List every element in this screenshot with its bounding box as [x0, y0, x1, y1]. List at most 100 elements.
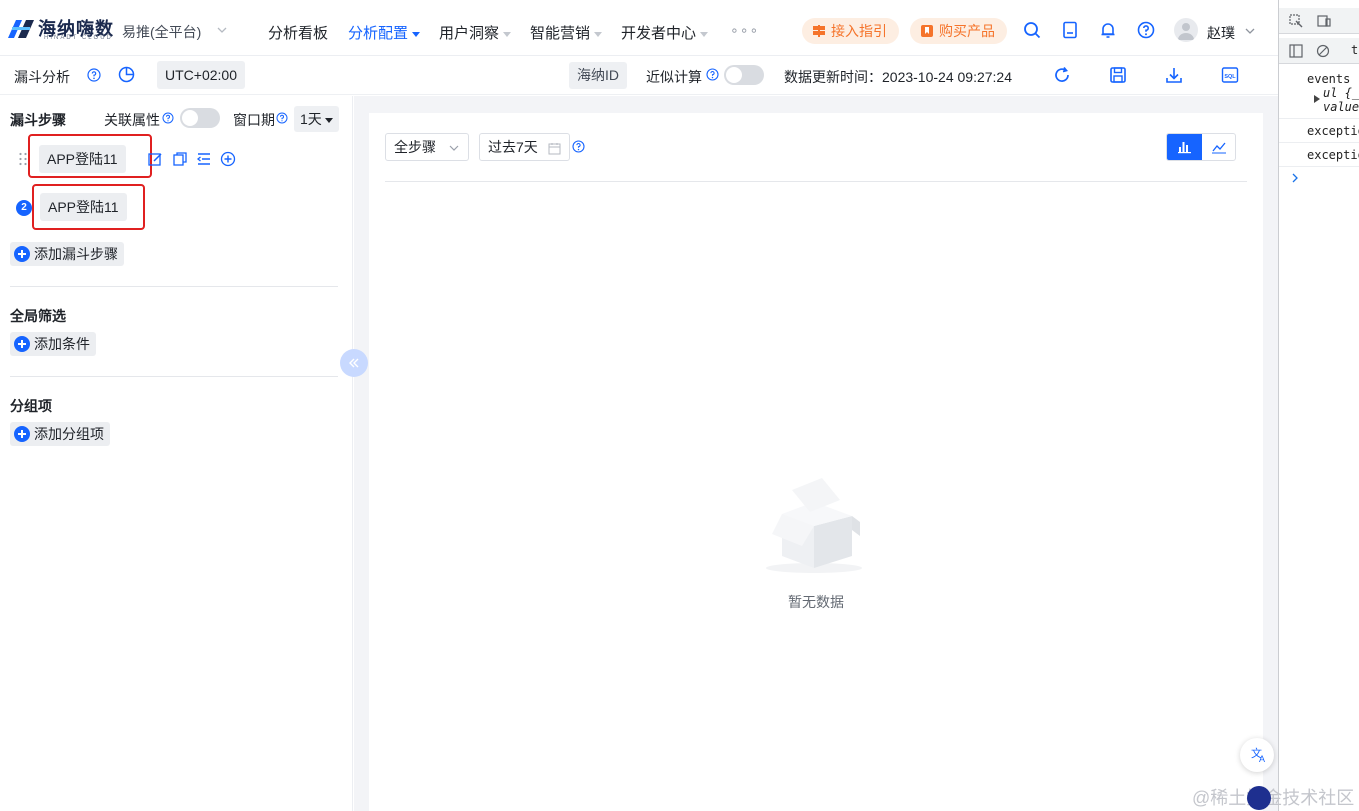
chevron-down-icon [449, 145, 459, 152]
collapse-panel-button[interactable] [340, 349, 368, 377]
bar-chart-icon [1178, 142, 1191, 154]
section-divider [10, 286, 338, 287]
clear-console-icon[interactable] [1316, 44, 1330, 58]
chevron-down-icon[interactable] [216, 24, 228, 36]
save-icon[interactable] [1108, 65, 1128, 85]
caret-down-icon [594, 31, 603, 37]
add-group-label: 添加分组项 [34, 426, 104, 442]
result-card [369, 113, 1263, 811]
nav-item-user-insight[interactable]: 用户洞察 [439, 22, 512, 43]
logo-subtitle: HINADT CLOUD [44, 35, 113, 41]
logo-icon [8, 20, 34, 38]
devtools-panel: to events ul {_ value exceptio exceptio [1278, 0, 1359, 811]
empty-box-illustration [766, 478, 862, 573]
document-icon[interactable] [1061, 21, 1079, 39]
copy-icon[interactable] [172, 151, 188, 167]
user-icon [1178, 23, 1194, 40]
split-icon[interactable] [196, 151, 212, 167]
more-menu-icon[interactable]: ∘∘∘ [730, 22, 759, 39]
device-toggle-icon[interactable] [1317, 14, 1331, 28]
page-title: 漏斗分析 [14, 69, 70, 85]
context-selector[interactable]: to [1351, 43, 1359, 57]
help-icon[interactable] [276, 112, 288, 124]
project-selector[interactable]: 易推(全平台) [122, 22, 201, 42]
annotation-highlight [28, 134, 152, 178]
console-prompt-icon[interactable] [1291, 173, 1299, 183]
sidebar-toggle-icon[interactable] [1289, 44, 1303, 58]
line-chart-icon [1212, 142, 1226, 154]
global-filter-title: 全局筛选 [10, 308, 66, 324]
search-icon[interactable] [1023, 21, 1041, 39]
nav-item-marketing[interactable]: 智能营销 [530, 22, 603, 43]
nav-item-label: 用户洞察 [439, 25, 500, 42]
svg-text:A: A [1259, 754, 1265, 764]
data-update-time: 数据更新时间：2023-10-24 09:27:24 [784, 69, 1012, 85]
nav-item-label: 分析看板 [268, 25, 329, 42]
help-icon[interactable] [1137, 21, 1155, 39]
refresh-icon[interactable] [1052, 65, 1072, 85]
chevron-down-icon[interactable] [1244, 25, 1256, 37]
console-line: exceptio [1307, 124, 1359, 138]
nav-item-label: 智能营销 [530, 25, 591, 42]
plus-icon [14, 426, 30, 442]
avatar[interactable] [1174, 18, 1198, 42]
expand-triangle-icon[interactable] [1313, 95, 1321, 103]
console-divider [1279, 166, 1359, 167]
chart-type-toggle [1166, 133, 1236, 161]
drag-handle-icon[interactable] [18, 152, 28, 166]
date-range-value: 过去7天 [488, 139, 538, 155]
empty-state-text: 暂无数据 [788, 594, 844, 610]
nav-item-developer[interactable]: 开发者中心 [621, 22, 709, 43]
step-number-badge: 2 [16, 200, 32, 216]
related-attr-toggle[interactable] [180, 108, 220, 128]
calendar-icon [548, 142, 561, 155]
help-icon[interactable] [572, 140, 585, 153]
add-circle-icon[interactable] [220, 151, 236, 167]
id-type-selector[interactable]: 海纳ID [569, 62, 627, 89]
buy-product-button[interactable]: 购买产品 [910, 18, 1007, 44]
date-range-select[interactable]: 过去7天 [479, 133, 570, 161]
timezone-selector[interactable]: UTC+02:00 [157, 61, 245, 89]
approx-calc-toggle[interactable] [724, 65, 764, 85]
assistant-logo-icon[interactable] [1247, 786, 1271, 810]
plus-icon [14, 246, 30, 262]
nav-item-label: 分析配置 [348, 25, 409, 42]
guide-button[interactable]: 接入指引 [802, 18, 899, 44]
bar-chart-button[interactable] [1167, 134, 1202, 160]
step-select[interactable]: 全步骤 [385, 133, 469, 161]
step-select-value: 全步骤 [394, 139, 436, 155]
devtools-toolbar [1279, 8, 1359, 34]
caret-down-icon [503, 31, 512, 37]
download-icon[interactable] [1164, 65, 1184, 85]
help-icon[interactable] [706, 68, 719, 81]
help-icon[interactable] [87, 68, 101, 82]
add-funnel-step-button[interactable]: 添加漏斗步骤 [10, 242, 124, 266]
edit-icon[interactable] [147, 151, 163, 167]
window-period-select[interactable]: 1天 [294, 106, 339, 132]
help-icon[interactable] [162, 112, 174, 124]
console-divider [1279, 142, 1359, 143]
annotation-highlight [32, 184, 145, 230]
line-chart-button[interactable] [1202, 134, 1235, 160]
signpost-icon [813, 25, 825, 37]
nav-item-analysis-config[interactable]: 分析配置 [348, 22, 421, 43]
caret-down-icon [700, 31, 709, 37]
analysis-toolbar: 漏斗分析 UTC+02:00 海纳ID 近似计算 数据更新时间：2023-10-… [0, 57, 1278, 95]
approx-calc-label: 近似计算 [646, 69, 702, 85]
username[interactable]: 赵璞 [1207, 23, 1235, 43]
translate-button[interactable]: 文A [1240, 738, 1274, 772]
add-condition-button[interactable]: 添加条件 [10, 332, 96, 356]
inspect-icon[interactable] [1289, 14, 1303, 28]
console-line: value [1323, 100, 1359, 114]
console-divider [1279, 118, 1359, 119]
pie-chart-icon[interactable] [118, 66, 135, 83]
bell-icon[interactable] [1099, 21, 1117, 39]
sql-icon[interactable]: SQL [1220, 65, 1240, 85]
nav-item-dashboard[interactable]: 分析看板 [268, 22, 328, 43]
caret-down-icon [324, 117, 333, 123]
nav-item-label: 开发者中心 [621, 25, 697, 42]
window-period-label: 窗口期 [233, 112, 275, 128]
watermark: @稀土掘金技术社区 [1192, 788, 1355, 808]
add-group-button[interactable]: 添加分组项 [10, 422, 110, 446]
caret-down-icon [412, 31, 421, 37]
